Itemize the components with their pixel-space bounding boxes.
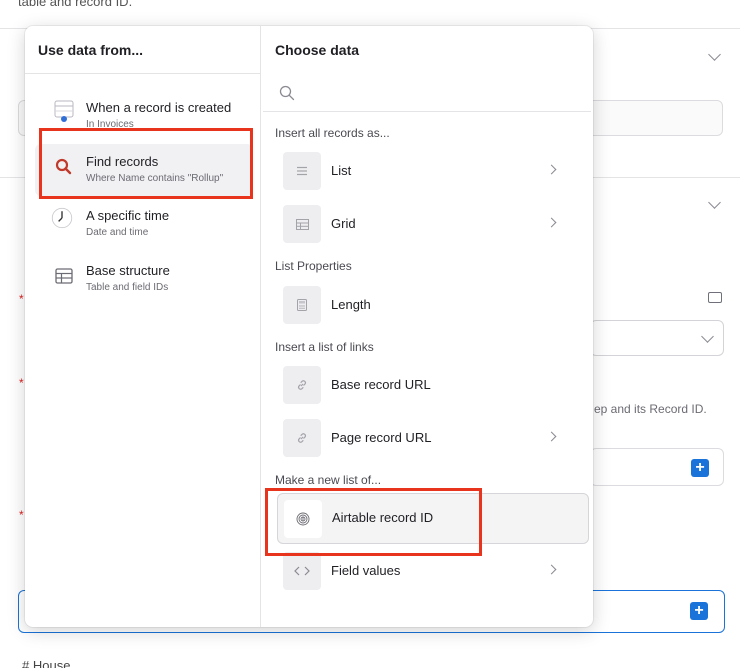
data-panel-header: Choose data xyxy=(275,42,360,58)
search-icon xyxy=(279,85,295,101)
code-brackets-icon xyxy=(283,552,321,590)
data-search-input[interactable] xyxy=(263,76,591,112)
background-select[interactable] xyxy=(590,320,724,356)
option-label: Airtable record ID xyxy=(332,510,434,525)
add-icon: + xyxy=(690,602,708,620)
option-base-record-url[interactable]: Base record URL xyxy=(275,360,589,410)
section-insert-all: Insert all records as... xyxy=(275,126,390,140)
option-label: Field values xyxy=(331,563,401,578)
chevron-right-icon xyxy=(546,164,557,175)
chevron-right-icon xyxy=(546,564,557,575)
record-created-icon xyxy=(53,100,75,122)
source-item-find-records[interactable]: Find records Where Name contains "Rollup… xyxy=(35,144,253,196)
option-field-values[interactable]: Field values xyxy=(275,546,589,596)
source-item-subtitle: Where Name contains "Rollup" xyxy=(86,173,224,184)
option-label: Base record URL xyxy=(331,377,431,392)
source-item-specific-time[interactable]: A specific time Date and time xyxy=(35,198,253,250)
option-page-record-url[interactable]: Page record URL xyxy=(275,413,589,463)
chevron-right-icon xyxy=(546,217,557,228)
source-item-title: When a record is created xyxy=(86,100,232,115)
source-panel: Use data from... When a record is create… xyxy=(25,26,261,627)
option-airtable-record-id[interactable]: Airtable record ID xyxy=(277,493,589,544)
option-length[interactable]: Length xyxy=(275,280,589,330)
chevron-down-icon[interactable] xyxy=(708,196,721,209)
link-icon xyxy=(283,366,321,404)
calculator-icon xyxy=(283,286,321,324)
source-item-subtitle: Date and time xyxy=(86,227,149,238)
option-grid[interactable]: Grid xyxy=(275,199,589,249)
table-icon xyxy=(53,265,75,287)
required-marker: * xyxy=(19,508,24,522)
chevron-down-icon[interactable] xyxy=(708,48,721,61)
required-marker: * xyxy=(19,376,24,390)
source-item-subtitle: In Invoices xyxy=(86,119,134,130)
option-list[interactable]: List xyxy=(275,146,589,196)
search-icon xyxy=(53,156,75,178)
background-hint: ep and its Record ID. xyxy=(594,402,707,416)
source-item-title: Find records xyxy=(86,154,159,169)
source-item-subtitle: Table and field IDs xyxy=(86,282,169,293)
section-list-properties: List Properties xyxy=(275,259,352,273)
source-item-record-created[interactable]: When a record is created In Invoices xyxy=(35,90,253,142)
option-label: Grid xyxy=(331,216,356,231)
background-input[interactable]: + xyxy=(590,448,724,486)
required-marker: * xyxy=(19,292,24,306)
expand-icon[interactable] xyxy=(708,292,722,303)
link-icon xyxy=(283,419,321,457)
data-picker-popover: Use data from... When a record is create… xyxy=(25,26,593,627)
source-item-base-structure[interactable]: Base structure Table and field IDs xyxy=(35,253,253,305)
background-description: table and record ID. xyxy=(18,0,133,9)
option-label: Length xyxy=(331,297,371,312)
grid-icon xyxy=(283,205,321,243)
data-panel: Choose data Insert all records as... Lis… xyxy=(261,26,593,627)
clock-icon xyxy=(51,207,73,229)
source-panel-header: Use data from... xyxy=(25,26,260,74)
option-label: Page record URL xyxy=(331,430,432,445)
source-item-title: Base structure xyxy=(86,263,170,278)
source-item-title: A specific time xyxy=(86,208,170,223)
chevron-right-icon xyxy=(546,431,557,442)
list-icon xyxy=(283,152,321,190)
fingerprint-icon xyxy=(284,500,322,538)
add-icon: + xyxy=(691,459,709,477)
section-make-new-list: Make a new list of... xyxy=(275,473,382,487)
option-label: List xyxy=(331,163,352,178)
house-label: # House xyxy=(22,658,71,668)
section-insert-links: Insert a list of links xyxy=(275,340,374,354)
